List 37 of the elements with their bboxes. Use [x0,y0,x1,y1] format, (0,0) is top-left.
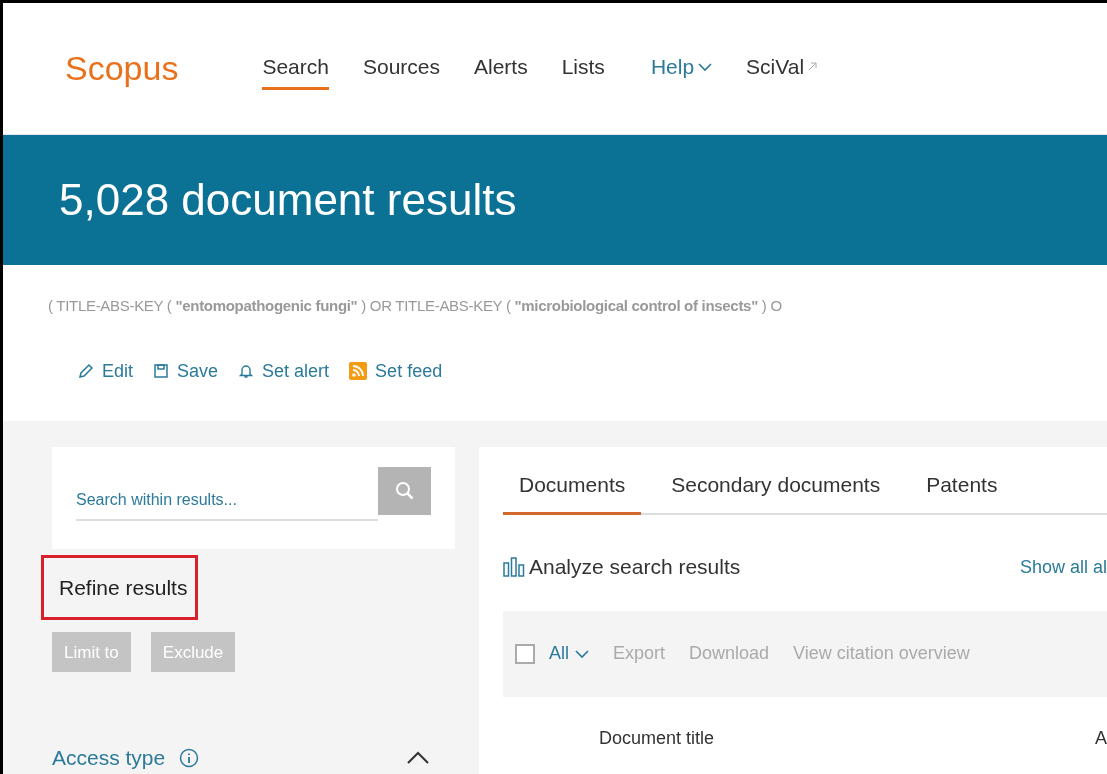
refine-results-heading: Refine results [41,555,199,621]
query-action-link[interactable]: Save [153,357,219,385]
analyze-results-link[interactable]: Analyze search results [529,551,741,583]
info-icon [179,748,200,769]
search-icon [394,481,415,501]
show-all-link[interactable]: Show all al [1019,553,1107,581]
bell-icon [238,363,255,380]
search-button[interactable] [378,467,431,515]
nav-link[interactable]: SciVal [746,51,818,90]
nav-link[interactable]: Sources [362,51,440,90]
collapse-chevron-icon[interactable] [406,751,430,766]
query-action-link[interactable]: Edit [78,357,134,385]
bar-chart-icon [503,557,525,578]
scopus-logo[interactable]: Scopus [65,42,179,94]
facet-heading[interactable]: Access type [52,742,166,774]
query-action-link[interactable]: Set alert [238,357,330,385]
results-tab[interactable]: Documents [503,469,642,516]
select-all-dropdown[interactable]: All [549,640,589,668]
search-field[interactable]: Search within results... [76,467,378,521]
results-tab[interactable]: Patents [910,469,1014,516]
select-all-checkbox[interactable] [515,644,535,664]
chevron-down-icon [575,649,589,659]
rss-feed-icon [349,362,368,381]
search-query: ( TITLE-ABS-KEY ( "entomopathogenic fungi" ) OR TITLE-ABS-KEY ( "microbiological control of insects" ) O [48,296,783,317]
nav-link[interactable]: Alerts [474,51,528,90]
search-box[interactable]: Search within results... [52,447,455,549]
nav-link[interactable]: Help [650,51,713,90]
results-heading: 5,028 document results [59,174,517,226]
pencil-icon [78,363,94,380]
results-tab[interactable]: Secondary documents [655,469,897,516]
nav-link[interactable]: Search [262,51,329,90]
column-header: Document title [599,727,715,750]
nav-link[interactable]: Lists [561,51,605,90]
external-arrow-icon [808,62,818,72]
query-action-link[interactable]: Set feed [349,357,443,385]
chevron-down-icon [698,61,713,72]
column-header: A [1095,727,1107,750]
